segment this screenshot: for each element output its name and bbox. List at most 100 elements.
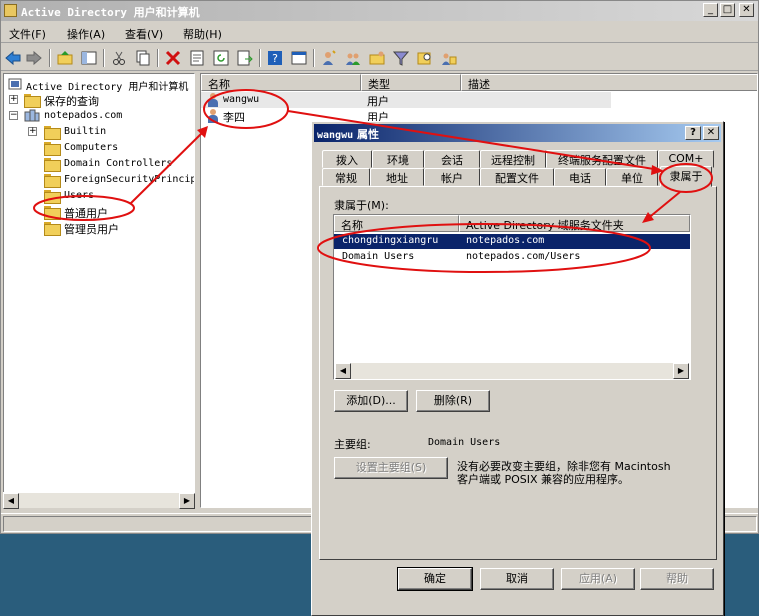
minimize-button[interactable]: _ [703,3,718,17]
member-list-scrollbar[interactable]: ◀ ▶ [335,363,689,379]
tree-label: 管理员用户 [64,223,119,236]
tree-item-builtin[interactable]: + Builtin [4,124,194,140]
dialog-help-button[interactable]: ? [685,126,701,140]
show-hide-tree-icon[interactable] [81,50,97,66]
tab-address[interactable]: 地址 [370,168,424,186]
dialog-close-button[interactable]: ✕ [703,126,719,140]
console-icon[interactable] [291,50,307,66]
find-icon[interactable] [417,50,433,66]
tree-label: 普通用户 [64,207,108,220]
menu-view[interactable]: 查看(V) [125,26,163,42]
member-column-name[interactable]: 名称 [334,215,459,232]
cancel-button[interactable]: 取消 [480,568,554,590]
tree-item-domain[interactable]: − notepados.com [4,108,194,124]
tab-environment[interactable]: 环境 [372,150,424,168]
folder-icon [44,158,61,172]
tree-item-admin-users[interactable]: 管理员用户 [4,220,194,236]
tab-remote-control[interactable]: 远程控制 [480,150,546,168]
folder-icon [44,126,61,140]
delete-icon[interactable] [165,50,181,66]
ou-folder-icon [44,222,61,236]
member-row[interactable]: chongdingxiangru notepados.com [334,234,690,249]
tree-item-saved-queries[interactable]: + 保存的查询 [4,92,194,108]
tree-label: ForeignSecurityPrincipals [64,174,194,185]
tree-label: Domain Controllers [64,158,173,169]
list-item-name: 李四 [223,111,245,124]
toolbar-separator [103,49,105,67]
console-tree[interactable]: Active Directory 用户和计算机 + 保存的查询 − notepa… [3,73,195,508]
help-icon[interactable]: ? [267,50,283,66]
ok-button[interactable]: 确定 [397,567,473,591]
new-ou-icon[interactable] [369,50,385,66]
member-name: chongdingxiangru [342,235,439,246]
toolbar-separator [157,49,159,67]
export-list-icon[interactable] [237,50,253,66]
tab-terminal-services-profile[interactable]: 终端服务配置文件 [546,150,658,168]
properties-icon[interactable] [189,50,205,66]
tab-telephones[interactable]: 电话 [554,168,606,186]
add-to-group-icon[interactable] [441,50,457,66]
tree-item-normal-users[interactable]: 普通用户 [4,204,194,220]
title-bar: Active Directory 用户和计算机 _ □ ✕ [1,1,758,21]
folder-icon [44,190,61,204]
list-item-name: wangwu [223,94,260,105]
tree-root[interactable]: Active Directory 用户和计算机 [4,76,194,93]
tree-item-users[interactable]: Users [4,188,194,204]
primary-group-note-2: 客户端或 POSIX 兼容的应用程序。 [457,473,630,486]
tab-profile[interactable]: 配置文件 [480,168,554,186]
set-primary-group-button[interactable]: 设置主要组(S) [334,457,448,479]
tree-item-foreign-security[interactable]: ForeignSecurityPrincipals [4,172,194,188]
refresh-icon[interactable] [213,50,229,66]
member-folder: notepados.com [466,235,545,246]
tab-member-of[interactable]: 隶属于 [660,166,712,187]
apply-button[interactable]: 应用(A) [561,568,635,590]
tab-general[interactable]: 常规 [322,168,370,186]
user-icon [207,93,219,107]
new-user-icon[interactable] [321,50,337,66]
back-icon[interactable] [5,50,21,66]
menu-help[interactable]: 帮助(H) [183,26,222,42]
copy-icon[interactable] [135,50,151,66]
tree-item-domain-controllers[interactable]: Domain Controllers [4,156,194,172]
expand-icon[interactable]: + [28,127,37,136]
toolbar: ? [1,45,758,71]
member-row[interactable]: Domain Users notepados.com/Users [334,250,690,265]
column-header-description[interactable]: 描述 [461,74,757,91]
remove-button[interactable]: 删除(R) [416,390,490,412]
up-folder-icon[interactable] [57,50,73,66]
scroll-right-arrow[interactable]: ▶ [179,493,195,509]
scroll-left-arrow[interactable]: ◀ [3,493,19,509]
maximize-button[interactable]: □ [720,3,735,17]
filter-icon[interactable] [393,50,409,66]
toolbar-separator [49,49,51,67]
member-of-list[interactable]: 名称 Active Directory 域服务文件夹 chongdingxian… [333,214,691,380]
forward-icon[interactable] [26,50,42,66]
domain-icon [24,109,40,123]
expand-icon[interactable]: + [9,95,18,104]
cut-icon[interactable] [111,50,127,66]
close-button[interactable]: ✕ [739,3,754,17]
add-button[interactable]: 添加(D)... [334,390,408,412]
tab-account[interactable]: 帐户 [424,168,480,186]
new-group-icon[interactable] [345,50,361,66]
help-button[interactable]: 帮助 [640,568,714,590]
tab-dial-in[interactable]: 拨入 [322,150,372,168]
member-name: Domain Users [342,251,415,262]
dialog-title-bar: wangwu 属性 ? ✕ [314,124,721,142]
column-header-type[interactable]: 类型 [361,74,461,91]
collapse-icon[interactable]: − [9,111,18,120]
tree-horizontal-scrollbar[interactable]: ◀ ▶ [3,492,195,509]
ou-folder-icon [44,206,61,220]
tree-item-computers[interactable]: Computers [4,140,194,156]
list-item[interactable]: wangwu 用户 [201,92,611,108]
tab-organization[interactable]: 单位 [606,168,658,186]
member-column-folder[interactable]: Active Directory 域服务文件夹 [459,215,690,232]
tab-sessions[interactable]: 会话 [424,150,480,168]
scroll-left-arrow[interactable]: ◀ [335,363,351,379]
scroll-right-arrow[interactable]: ▶ [673,363,689,379]
column-header-name[interactable]: 名称 [201,74,361,91]
menu-file[interactable]: 文件(F) [9,26,46,42]
ad-app-icon [4,4,17,17]
tree-label: Users [64,190,95,201]
menu-action[interactable]: 操作(A) [67,26,105,42]
